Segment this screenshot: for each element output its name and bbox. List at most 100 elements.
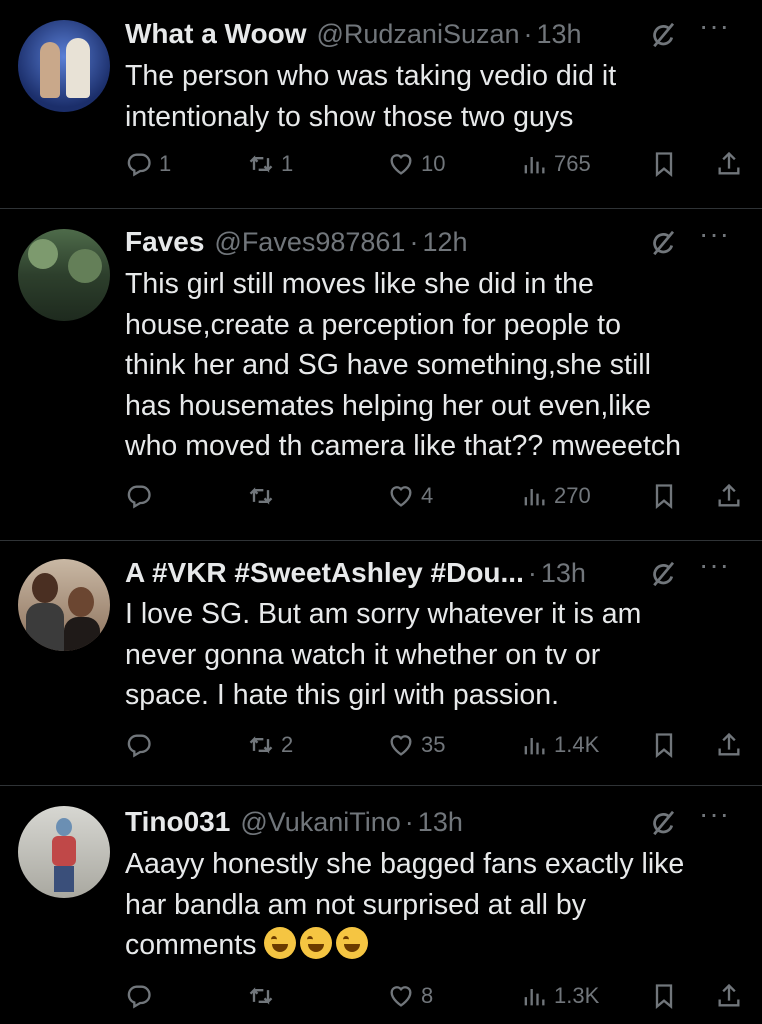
tweet[interactable]: A #VKR #SweetAshley #Dou... · 13h ··· I … [0, 541, 762, 785]
bookmark-button[interactable] [650, 727, 684, 763]
timestamp[interactable]: 13h [537, 19, 582, 50]
share-icon [715, 731, 743, 759]
reply-button[interactable] [125, 478, 159, 514]
like-count: 35 [421, 732, 446, 757]
retweet-count: 2 [281, 732, 294, 757]
tweet-text-line: har bandla am not surprised at all by [125, 888, 587, 921]
reply-icon [125, 150, 153, 178]
tweet[interactable]: What a Woow @RudzaniSuzan · 13h ··· The … [0, 0, 762, 208]
tweet-text-line: This girl still moves like she did in th… [125, 268, 594, 300]
views-button[interactable]: 270 [520, 478, 591, 514]
bookmark-button[interactable] [650, 478, 684, 514]
like-button[interactable]: 35 [387, 727, 445, 763]
timestamp[interactable]: 12h [422, 227, 467, 258]
views-button[interactable]: 1.3K [520, 978, 599, 1014]
bookmark-icon [650, 982, 678, 1010]
grok-icon[interactable] [648, 20, 678, 50]
retweet-button[interactable] [247, 978, 281, 1014]
grok-icon[interactable] [648, 228, 678, 258]
reply-button[interactable] [125, 978, 159, 1014]
bookmark-button[interactable] [650, 978, 684, 1014]
retweet-button[interactable]: 2 [247, 727, 293, 763]
like-button[interactable]: 4 [387, 478, 433, 514]
views-button[interactable]: 765 [520, 146, 591, 182]
grok-icon[interactable] [648, 559, 678, 589]
tweet-text: This girl still moves like she did in th… [125, 264, 750, 467]
display-name[interactable]: What a Woow [125, 18, 306, 50]
avatar[interactable] [18, 559, 110, 651]
retweet-icon [247, 731, 275, 759]
share-button[interactable] [715, 727, 749, 763]
user-handle[interactable]: @VukaniTino [240, 807, 400, 838]
rolling-on-floor-laughing-emoji [264, 927, 297, 959]
retweet-button[interactable]: 1 [247, 146, 293, 182]
tweet-text-line: I love SG. But am sorry whatever it is a… [125, 598, 642, 630]
avatar[interactable] [18, 229, 110, 321]
views-button[interactable]: 1.4K [520, 727, 599, 763]
separator-dot: · [527, 557, 537, 588]
views-icon [520, 150, 548, 178]
bookmark-icon [650, 150, 678, 178]
share-button[interactable] [715, 146, 749, 182]
like-count: 4 [421, 483, 434, 508]
tweet-text-line: The person who was taking vedio did it [125, 60, 617, 92]
share-icon [715, 150, 743, 178]
action-bar: 8 1.3K [125, 978, 750, 1014]
tweet-text: Aaayy honestly she bagged fans exactly l… [125, 844, 750, 966]
like-count: 10 [421, 151, 446, 176]
retweet-icon [247, 982, 275, 1010]
tweet-text-line: has housemates helping her out even,like [125, 389, 652, 422]
avatar[interactable] [18, 20, 110, 112]
display-name[interactable]: Faves [125, 226, 204, 258]
display-name[interactable]: A #VKR #SweetAshley #Dou... [125, 557, 524, 589]
rolling-on-floor-laughing-emoji [300, 927, 333, 959]
view-count: 765 [554, 151, 591, 176]
display-name[interactable]: Tino031 [125, 806, 230, 838]
heart-icon [387, 482, 415, 510]
user-handle[interactable]: @Faves987861 [214, 227, 405, 258]
tweet-text-line: think her and SG have something,she stil… [125, 349, 651, 381]
tweet-header: A #VKR #SweetAshley #Dou... · 13h ··· [125, 549, 748, 593]
tweet-header: Tino031 @VukaniTino · 13h ··· [125, 798, 748, 842]
avatar[interactable] [18, 806, 110, 898]
tweet-text: I love SG. But am sorry whatever it is a… [125, 594, 750, 716]
reply-count: 1 [159, 151, 172, 176]
user-handle[interactable]: @RudzaniSuzan [316, 19, 519, 50]
like-button[interactable]: 8 [387, 978, 433, 1014]
grok-icon[interactable] [648, 808, 678, 838]
tweet-text-line: Aaayy honestly she bagged fans exactly l… [125, 848, 685, 880]
view-count: 270 [554, 483, 591, 508]
bookmark-button[interactable] [650, 146, 684, 182]
tweet-text-fragment: comments [125, 929, 257, 961]
more-options-icon[interactable]: ··· [699, 798, 730, 830]
tweet-text-line: house,create a perception for people to [125, 308, 621, 341]
more-options-icon[interactable]: ··· [699, 549, 730, 581]
share-button[interactable] [715, 478, 749, 514]
reply-icon [125, 982, 153, 1010]
timestamp[interactable]: 13h [541, 558, 586, 589]
share-icon [715, 482, 743, 510]
timestamp[interactable]: 13h [418, 807, 463, 838]
retweet-count: 1 [281, 151, 294, 176]
more-options-icon[interactable]: ··· [699, 10, 730, 42]
tweet[interactable]: Faves @Faves987861 · 12h ··· This girl s… [0, 209, 762, 540]
tweet-text: The person who was taking vedio did it i… [125, 56, 750, 137]
like-button[interactable]: 10 [387, 146, 445, 182]
retweet-icon [247, 482, 275, 510]
rolling-on-floor-laughing-emoji [336, 927, 369, 959]
reply-button[interactable]: 1 [125, 146, 171, 182]
share-button[interactable] [715, 978, 749, 1014]
tweet-text-line: space. I hate this girl with passion. [125, 679, 560, 711]
tweet[interactable]: Tino031 @VukaniTino · 13h ··· Aaayy hone… [0, 786, 762, 1024]
tweet-text-line: who moved th camera like that?? mweeetch [125, 430, 682, 462]
heart-icon [387, 982, 415, 1010]
reply-button[interactable] [125, 727, 159, 763]
retweet-button[interactable] [247, 478, 281, 514]
retweet-icon [247, 150, 275, 178]
separator-dot: · [409, 226, 419, 257]
action-bar: 2 35 1.4K [125, 727, 750, 763]
more-options-icon[interactable]: ··· [699, 218, 730, 250]
heart-icon [387, 731, 415, 759]
view-count: 1.3K [554, 983, 600, 1008]
tweet-text-line: comments [125, 925, 750, 966]
